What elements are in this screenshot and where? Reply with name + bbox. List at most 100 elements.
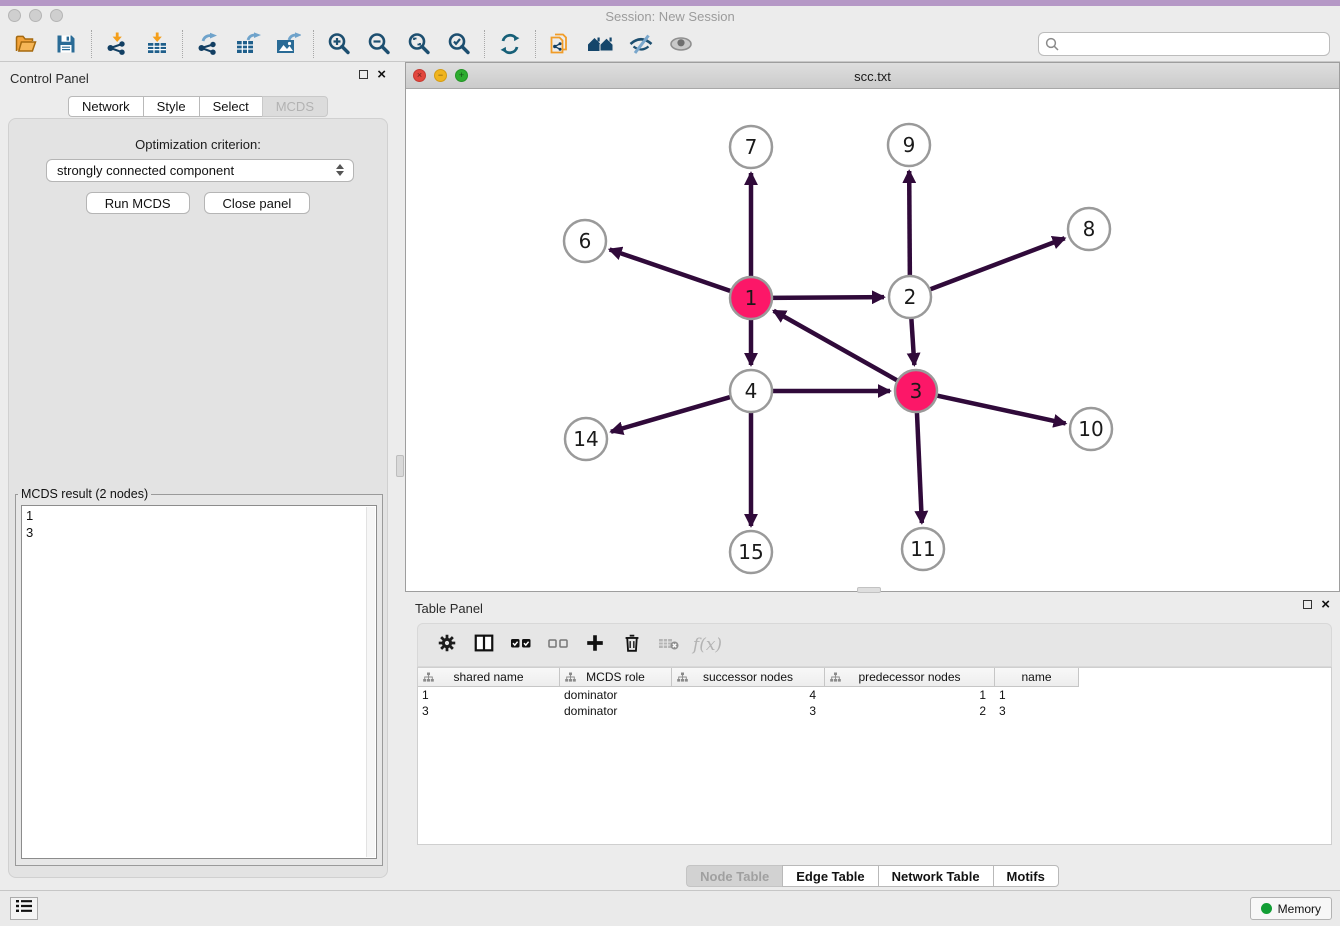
graph-node-3[interactable]: 3 [895,370,937,412]
graph-node-14[interactable]: 14 [565,418,607,460]
window-title: Session: New Session [0,9,1340,24]
show-log-button[interactable] [10,897,38,920]
column-header-name[interactable]: name [995,668,1079,687]
graph-edge-1-2[interactable] [770,297,884,298]
tab-select[interactable]: Select [199,96,262,117]
tab-mcds[interactable]: MCDS [262,96,328,117]
home-layout-button[interactable] [581,29,621,59]
graph-edge-2-9[interactable] [909,171,910,278]
save-session-button[interactable] [46,29,86,59]
close-panel-button[interactable]: Close panel [204,192,311,214]
graph-node-2[interactable]: 2 [889,276,931,318]
zoom-network-button[interactable]: + [455,69,468,82]
graph-node-6[interactable]: 6 [564,220,606,262]
graph-edge-4-14[interactable] [611,396,733,431]
function-builder-button[interactable]: f(x) [687,629,724,661]
tab-network-table[interactable]: Network Table [878,865,993,887]
column-header-successor-nodes[interactable]: successor nodes [672,668,825,687]
minimize-network-button[interactable]: − [434,69,447,82]
import-table-button[interactable] [137,29,177,59]
zoom-window-button[interactable] [50,9,63,22]
graph-edge-2-8[interactable] [928,238,1065,290]
graph-node-4[interactable]: 4 [730,370,772,412]
cell-shared-name[interactable]: 3 [418,703,560,719]
graph-edge-3-11[interactable] [917,410,922,523]
graph-node-1[interactable]: 1 [730,277,772,319]
cell-name[interactable]: 1 [995,687,1079,703]
graph-node-15[interactable]: 15 [730,531,772,573]
cell-successor-nodes[interactable]: 3 [672,703,825,719]
vertical-splitter-handle[interactable] [396,455,404,477]
delete-column-button[interactable] [613,629,650,661]
close-panel-icon[interactable]: × [377,70,386,79]
graph-node-7[interactable]: 7 [730,126,772,168]
export-image-button[interactable] [268,29,308,59]
zoom-out-button[interactable] [359,29,399,59]
new-network-from-selection-button[interactable] [541,29,581,59]
import-network-button[interactable] [97,29,137,59]
select-all-columns-button[interactable] [502,629,539,661]
table-row[interactable]: 3 dominator 3 2 3 [418,703,1331,719]
column-header-shared-name[interactable]: shared name [418,668,560,687]
tab-motifs[interactable]: Motifs [993,865,1059,887]
close-panel-icon[interactable]: × [1321,600,1330,609]
create-column-button[interactable] [576,629,613,661]
export-network-button[interactable] [188,29,228,59]
column-header-mcds-role[interactable]: MCDS role [560,668,672,687]
network-graph[interactable]: 7 9 6 8 1 2 4 3 14 10 15 11 [406,89,1339,591]
run-mcds-button[interactable]: Run MCDS [86,192,190,214]
tab-network[interactable]: Network [68,96,143,117]
cell-name[interactable]: 3 [995,703,1079,719]
graph-edge-3-1[interactable] [774,311,900,382]
tab-style[interactable]: Style [143,96,199,117]
optimization-criterion-label: Optimization criterion: [9,137,387,152]
graph-edge-1-6[interactable] [610,249,733,291]
graph-node-11[interactable]: 11 [902,528,944,570]
result-scrollbar[interactable] [366,507,375,857]
show-all-button[interactable] [661,29,701,59]
memory-button[interactable]: Memory [1250,897,1332,920]
trash-icon [621,632,643,659]
zoom-fit-button[interactable] [399,29,439,59]
export-table-button[interactable] [228,29,268,59]
float-panel-icon[interactable] [1303,600,1312,609]
optimization-criterion-select[interactable]: strongly connected component [46,159,354,182]
mcds-result-textarea[interactable]: 1 3 [21,505,377,859]
cell-predecessor-nodes[interactable]: 1 [825,687,995,703]
delete-table-button[interactable] [650,629,687,661]
main-titlebar: Session: New Session [0,6,1340,27]
minimize-window-button[interactable] [29,9,42,22]
columns-icon [473,632,495,659]
save-floppy-icon [54,32,78,56]
refresh-button[interactable] [490,29,530,59]
graph-edge-2-3[interactable] [911,316,914,365]
tab-node-table[interactable]: Node Table [686,865,782,887]
cell-shared-name[interactable]: 1 [418,687,560,703]
cell-mcds-role[interactable]: dominator [560,687,672,703]
zoom-selected-button[interactable] [439,29,479,59]
zoom-selected-icon [446,31,472,57]
cell-successor-nodes[interactable]: 4 [672,687,825,703]
network-canvas[interactable]: 7 9 6 8 1 2 4 3 14 10 15 11 [406,89,1339,591]
import-table-icon [145,32,169,56]
network-window-titlebar[interactable]: scc.txt × − + [406,63,1339,89]
hide-selected-button[interactable] [621,29,661,59]
cell-mcds-role[interactable]: dominator [560,703,672,719]
deselect-all-columns-button[interactable] [539,629,576,661]
open-file-button[interactable] [6,29,46,59]
table-row[interactable]: 1 dominator 4 1 1 [418,687,1331,703]
close-window-button[interactable] [8,9,21,22]
cell-predecessor-nodes[interactable]: 2 [825,703,995,719]
tab-edge-table[interactable]: Edge Table [782,865,877,887]
zoom-in-button[interactable] [319,29,359,59]
close-network-button[interactable]: × [413,69,426,82]
graph-node-10[interactable]: 10 [1070,408,1112,450]
table-settings-button[interactable] [428,629,465,661]
column-header-predecessor-nodes[interactable]: predecessor nodes [825,668,995,687]
graph-node-8[interactable]: 8 [1068,208,1110,250]
float-panel-icon[interactable] [359,70,368,79]
graph-edge-3-10[interactable] [935,395,1066,423]
search-input[interactable] [1038,32,1330,56]
show-columns-button[interactable] [465,629,502,661]
graph-node-9[interactable]: 9 [888,124,930,166]
